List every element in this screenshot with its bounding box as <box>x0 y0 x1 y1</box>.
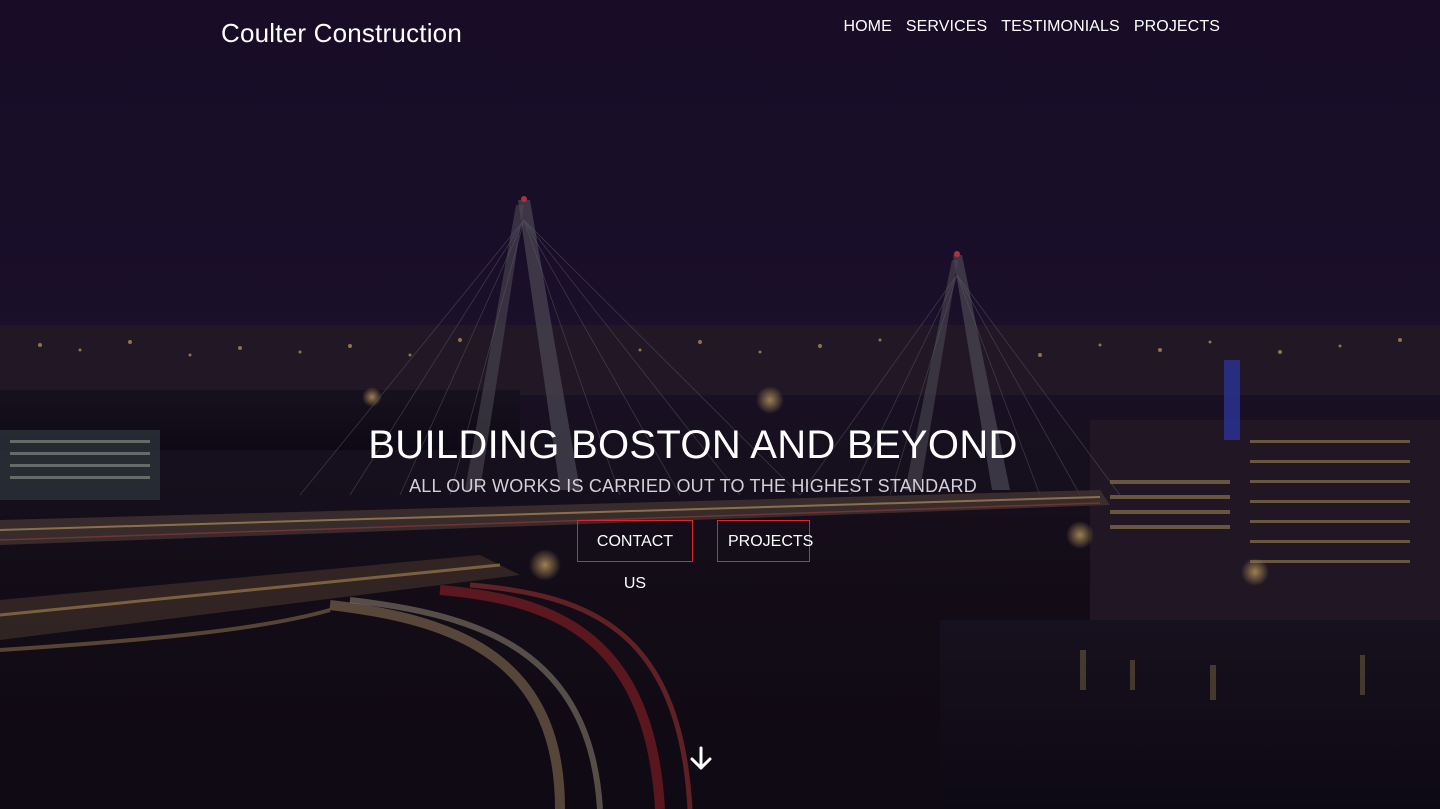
hero-section: Coulter Construction HOME SERVICES TESTI… <box>0 0 1440 809</box>
contact-us-button[interactable]: CONTACT US <box>577 520 693 592</box>
nav-item-projects[interactable]: PROJECTS <box>1134 18 1220 36</box>
nav-item-services[interactable]: SERVICES <box>906 18 987 36</box>
hero-subtitle: ALL OUR WORKS IS CARRIED OUT TO THE HIGH… <box>409 476 977 496</box>
nav-item-testimonials[interactable]: TESTIMONIALS <box>1001 18 1120 36</box>
main-nav: HOME SERVICES TESTIMONIALS PROJECTS <box>843 18 1220 36</box>
nav-item-home[interactable]: HOME <box>843 18 891 36</box>
arrow-down-icon[interactable] <box>689 746 713 772</box>
hero-title: BUILDING BOSTON AND BEYOND <box>368 423 1018 467</box>
brand-logo-text[interactable]: Coulter Construction <box>221 18 462 49</box>
dark-overlay <box>0 0 1440 809</box>
projects-button[interactable]: PROJECTS <box>717 520 813 562</box>
